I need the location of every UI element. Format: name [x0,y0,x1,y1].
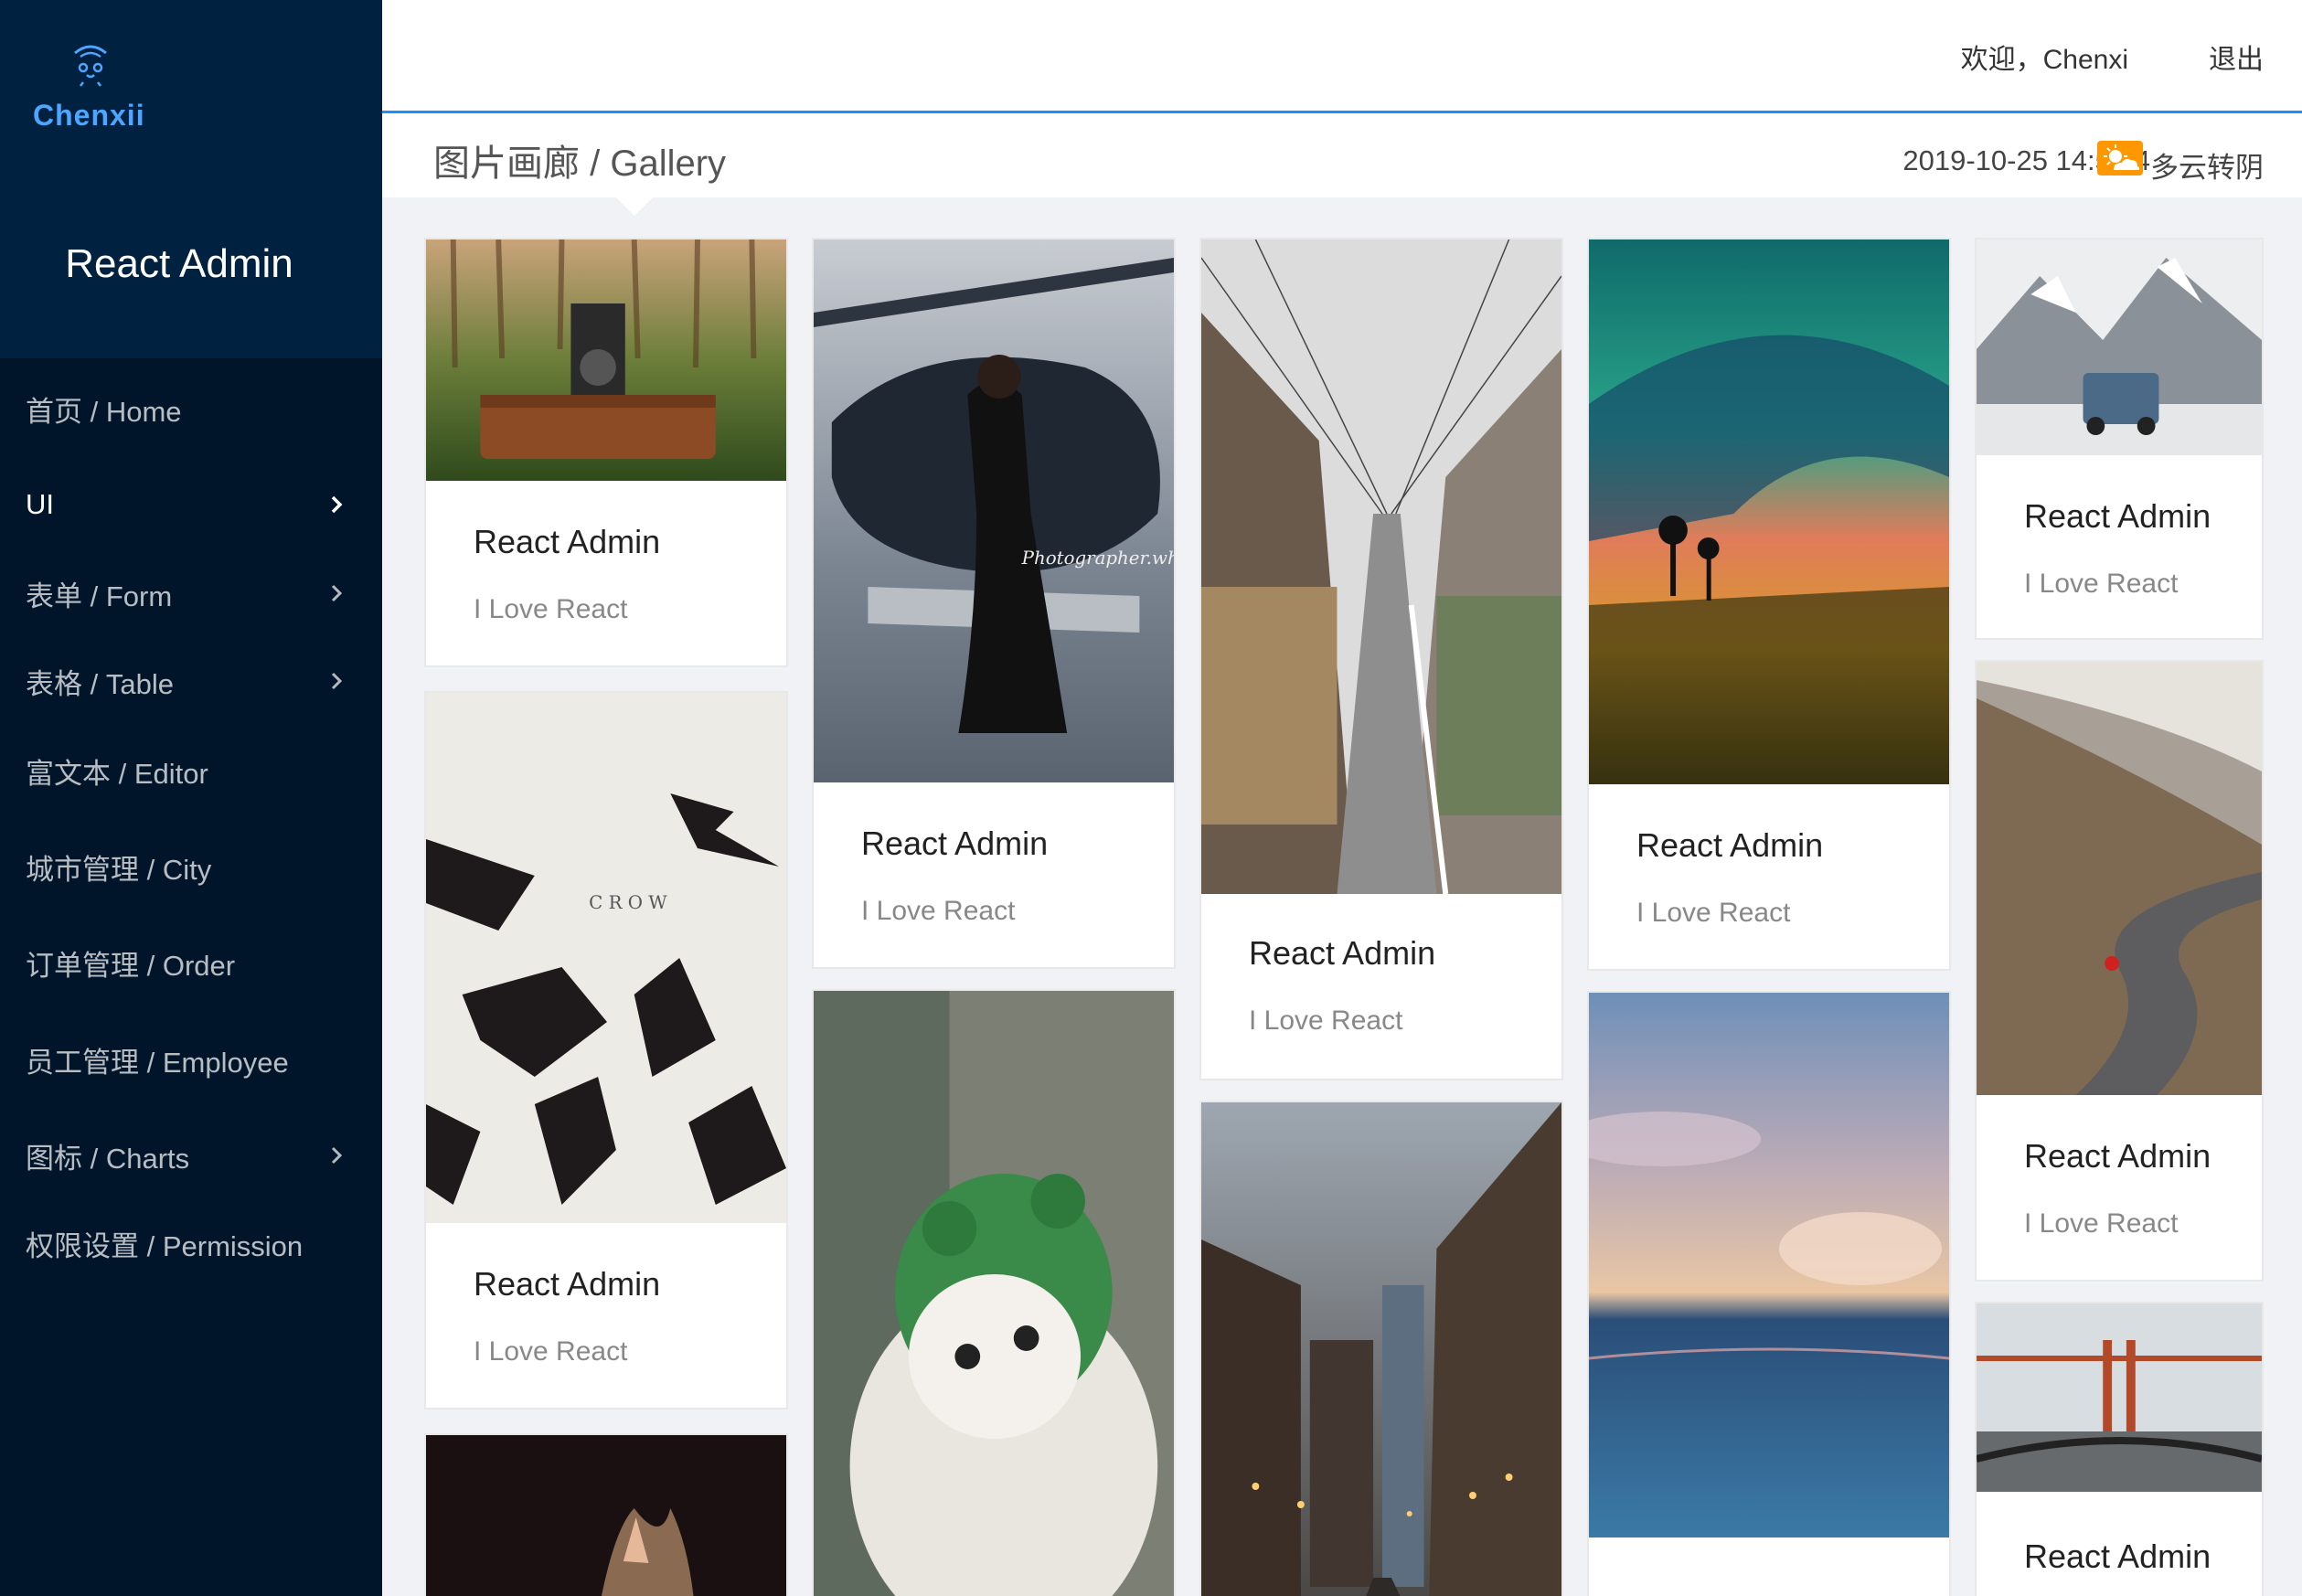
sidebar-item-city[interactable]: 城市管理 / City [0,830,382,903]
photographer-caption: Photographer.why [1021,548,1174,569]
gallery-card[interactable] [1587,991,1951,1596]
gallery-card[interactable] [424,1433,788,1596]
sidebar-item-label: 富文本 / Editor [26,757,208,790]
gallery-image [426,239,786,481]
breadcrumb: 图片画廊 / Gallery 2019-10-25 14:56:4 多云转阴 [382,113,2302,216]
partly-cloudy-icon [2097,141,2143,176]
gallery-card[interactable]: React Admin I Love React [1975,660,2264,1282]
gallery-image [1201,239,1561,894]
sidebar-item-label: UI [26,488,54,520]
sidebar-item-order[interactable]: 订单管理 / Order [0,926,382,999]
sidebar: Chenxii React Admin 首页 / Home UI 表单 / Fo… [0,0,382,1596]
sidebar-item-editor[interactable]: 富文本 / Editor [0,734,382,807]
page-title: 图片画廊 / Gallery [433,144,727,184]
top-header: 欢迎，Chenxi 退出 [382,0,2302,113]
gallery-card[interactable] [1199,1101,1563,1596]
card-description: I Love React [2024,569,2179,599]
weather-text: 多云转阴 [2150,152,2264,184]
card-description: I Love React [474,1336,628,1367]
sidebar-item-charts[interactable]: 图标 / Charts [0,1119,382,1192]
sidebar-item-label: 订单管理 / Order [26,949,236,982]
gallery-image [426,1435,786,1596]
gallery-card[interactable]: React Admin I Love React [1199,238,1563,1080]
card-title: React Admin [2024,497,2211,535]
logout-link[interactable]: 退出 [2209,37,2264,77]
gallery-image: Photographer.why [814,239,1174,782]
card-meta: React Admin I Love React [474,523,660,625]
card-meta: React Admin I Love React [1636,826,1823,929]
sidebar-item-employee[interactable]: 员工管理 / Employee [0,1023,382,1096]
card-meta: React Admin I Love React [474,1265,660,1367]
gallery-card[interactable]: React Admin I Love React [424,238,788,667]
logo-area: Chenxii React Admin [0,0,382,358]
sidebar-item-label: 权限设置 / Permission [26,1229,304,1262]
gallery-image [814,991,1174,1596]
welcome-text: 欢迎，Chenxi [1960,45,2128,75]
card-description: I Love React [861,896,1016,926]
gallery-image [1201,1102,1561,1596]
gallery-card[interactable]: React Admin I Love React [1587,238,1951,971]
card-title: React Admin [861,825,1049,862]
chevron-right-icon [331,495,343,514]
gallery-image [1589,239,1949,784]
sidebar-item-home[interactable]: 首页 / Home [0,372,382,445]
card-title: React Admin [474,523,661,560]
card-description: I Love React [474,594,628,624]
sidebar-item-permission[interactable]: 权限设置 / Permission [0,1207,382,1280]
sidebar-item-table[interactable]: 表格 / Table [0,644,382,718]
sidebar-item-ui[interactable]: UI [0,468,382,541]
gallery-grid: React Admin I Love React C R O W React A… [382,197,2302,1596]
gallery-card[interactable]: Photographer.why React Admin I Love Reac… [812,238,1176,969]
sidebar-item-label: 城市管理 / City [26,853,212,886]
sidebar-item-form[interactable]: 表单 / Form [0,557,382,630]
gallery-image [1977,662,2262,1095]
sidebar-item-label: 表格 / Table [26,667,174,700]
card-title: React Admin [2024,1537,2211,1575]
card-meta: React Admin I Love React [2024,497,2211,600]
crow-caption: C R O W [589,892,667,913]
logo-text[interactable]: Chenxii [33,99,145,133]
app-title: React Admin [65,241,293,286]
card-title: React Admin [474,1265,661,1303]
gallery-card[interactable] [812,989,1176,1596]
card-meta: React Admin I Love React [1249,934,1435,1037]
sidebar-item-label: 图标 / Charts [26,1142,190,1175]
sidebar-item-label: 表单 / Form [26,580,173,612]
card-meta: React Admin I Love React [861,825,1048,927]
card-meta: React Admin I Love React [2024,1137,2211,1240]
chevron-right-icon [331,1146,343,1165]
card-description: I Love React [1636,898,1791,928]
gallery-image: C R O W [426,693,786,1223]
gallery-card[interactable]: C R O W React Admin I Love React [424,691,788,1410]
sidebar-item-label: 员工管理 / Employee [26,1046,289,1079]
card-title: React Admin [1249,934,1436,972]
gallery-image [1977,239,2262,455]
chevron-right-icon [331,672,343,690]
gallery-image [1977,1303,2262,1492]
gallery-card[interactable]: React Admin [1975,1302,2264,1596]
logo-icon[interactable] [68,40,113,91]
card-description: I Love React [1249,1005,1403,1036]
chevron-right-icon [331,584,343,602]
sidebar-item-label: 首页 / Home [26,395,182,428]
card-title: React Admin [2024,1137,2211,1175]
card-meta: React Admin [2024,1537,2211,1576]
card-description: I Love React [2024,1208,2179,1239]
gallery-card[interactable]: React Admin I Love React [1975,238,2264,640]
card-title: React Admin [1636,826,1824,864]
gallery-image [1589,993,1949,1537]
